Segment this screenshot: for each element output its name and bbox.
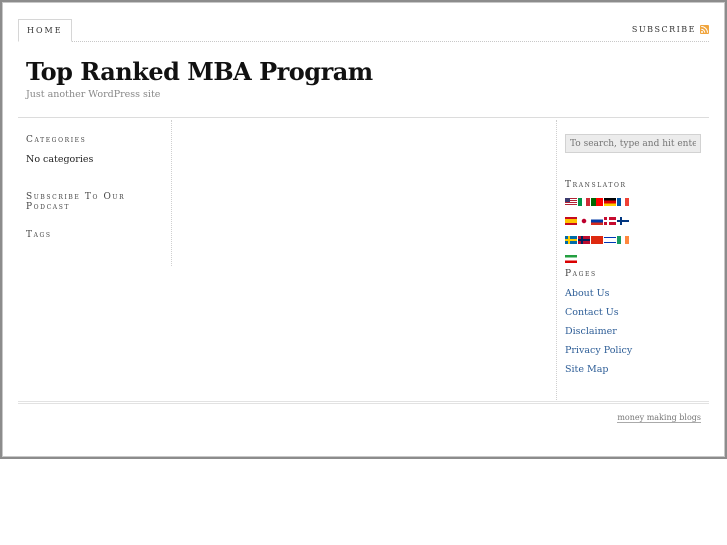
page-link-contact-us[interactable]: Contact Us <box>565 307 619 318</box>
cn-flag-icon[interactable] <box>591 236 603 244</box>
page-link-about-us[interactable]: About Us <box>565 288 610 299</box>
pages-title: Pages <box>565 269 597 279</box>
page-link-privacy-policy[interactable]: Privacy Policy <box>565 345 632 356</box>
jp-flag-icon[interactable] <box>578 217 590 225</box>
categories-empty-text: No categories <box>26 154 94 165</box>
page-link-site-map[interactable]: Site Map <box>565 364 608 375</box>
ru-flag-icon[interactable] <box>591 217 603 225</box>
us-flag-icon[interactable] <box>565 198 577 206</box>
left-sidebar: Categories No categories Subscribe To Ou… <box>18 120 172 266</box>
site-tagline: Just another WordPress site <box>26 89 161 100</box>
ir-flag-icon[interactable] <box>565 255 577 263</box>
categories-title: Categories <box>26 135 87 145</box>
footer-link[interactable]: money making blogs <box>617 413 701 423</box>
it-flag-icon[interactable] <box>578 198 590 206</box>
page-frame: HOME SUBSCRIBE Top Ranked MBA Program Ju… <box>0 0 727 459</box>
se-flag-icon[interactable] <box>565 236 577 244</box>
site-title[interactable]: Top Ranked MBA Program <box>26 57 373 86</box>
dk-flag-icon[interactable] <box>604 217 616 225</box>
rss-icon <box>700 25 709 34</box>
subscribe-link[interactable]: SUBSCRIBE <box>632 25 709 34</box>
fr-flag-icon[interactable] <box>617 198 629 206</box>
fi-flag-icon[interactable] <box>617 217 629 225</box>
page-link-disclaimer[interactable]: Disclaimer <box>565 326 617 337</box>
pt-flag-icon[interactable] <box>591 198 603 206</box>
translator-title: Translator <box>565 180 627 190</box>
footer-divider <box>18 401 709 404</box>
podcast-title: Subscribe To Our Podcast <box>26 192 126 212</box>
ie-flag-icon[interactable] <box>617 236 629 244</box>
es-flag-icon[interactable] <box>565 217 577 225</box>
top-nav: HOME SUBSCRIBE <box>18 19 709 42</box>
il-flag-icon[interactable] <box>604 236 616 244</box>
nav-tab-home[interactable]: HOME <box>18 19 72 42</box>
subscribe-label: SUBSCRIBE <box>631 25 696 34</box>
tags-title: Tags <box>26 230 52 240</box>
de-flag-icon[interactable] <box>604 198 616 206</box>
search-input[interactable] <box>565 134 701 153</box>
right-sidebar: Translator Pages About Us Contact Us Dis… <box>556 120 712 402</box>
no-flag-icon[interactable] <box>578 236 590 244</box>
translator-flags <box>565 198 645 274</box>
header-divider <box>18 117 709 118</box>
